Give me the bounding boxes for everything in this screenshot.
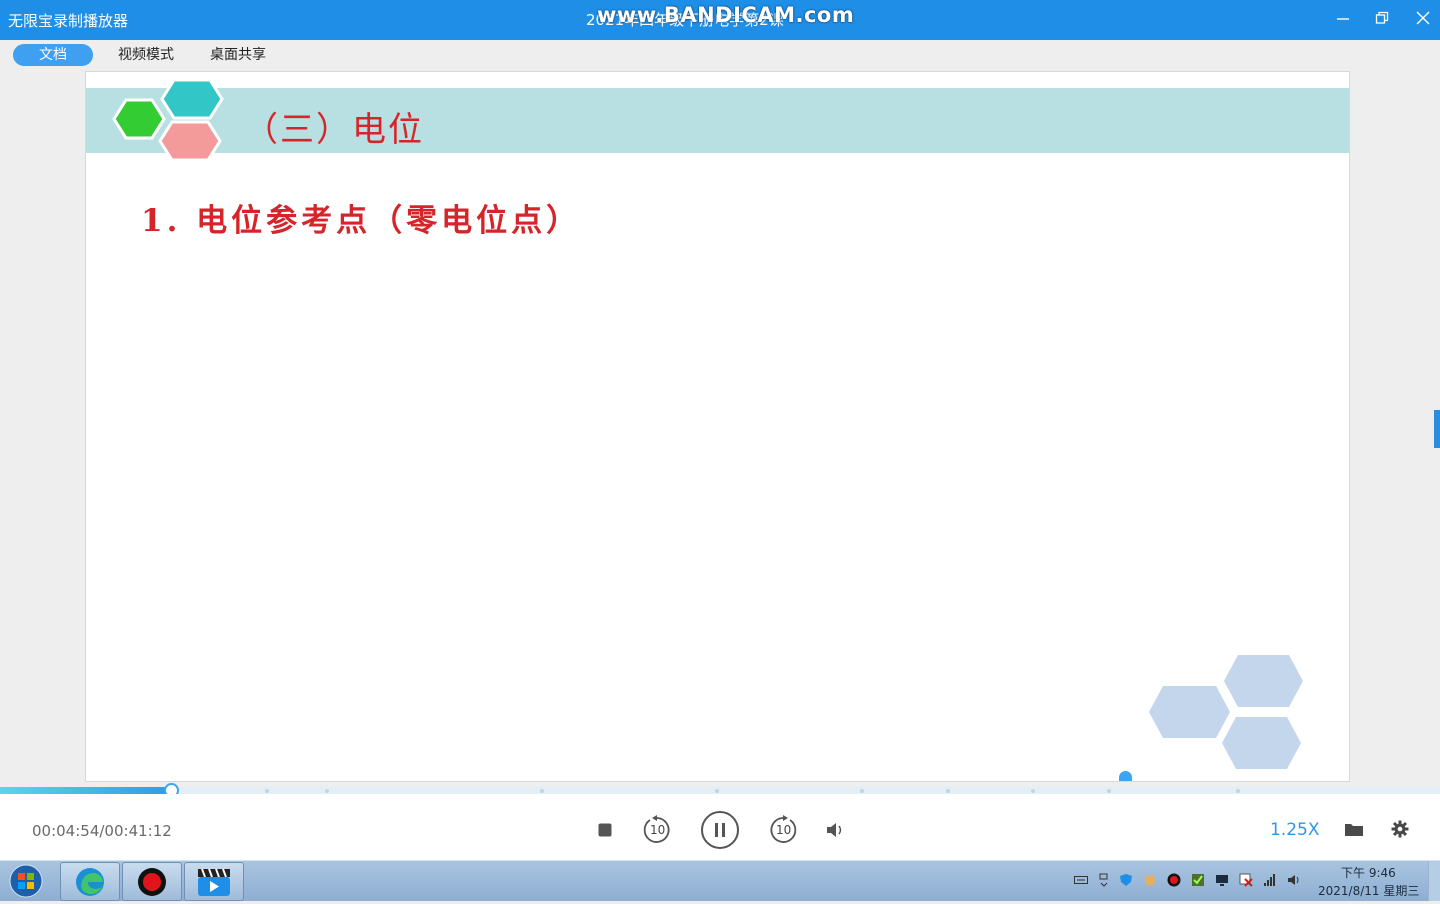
video-player-icon: [198, 868, 230, 896]
stop-button[interactable]: [597, 822, 613, 842]
playback-speed[interactable]: 1.25X: [1270, 820, 1320, 840]
show-desktop-button[interactable]: [1428, 861, 1440, 901]
shield-icon[interactable]: [1119, 873, 1133, 887]
minimize-icon: [1337, 18, 1349, 20]
edge-icon: [76, 868, 104, 896]
slide-heading: （三）电位: [244, 110, 424, 150]
flag-icon[interactable]: [1239, 873, 1253, 887]
title-bar: 无限宝录制播放器 2021年四年级下册电学第2课 www.BANDICAM.co…: [0, 0, 1440, 40]
mode-tabs: 文档 视频模式 桌面共享: [0, 40, 1440, 70]
gear-icon: [1391, 820, 1409, 838]
start-button[interactable]: [4, 863, 48, 899]
pause-button[interactable]: [700, 810, 740, 854]
check-icon[interactable]: [1191, 873, 1205, 887]
playback-controls: 00:04:54/00:41:12 10 10 1.25X: [0, 794, 1440, 860]
forward-seconds-label: 10: [776, 823, 792, 837]
slide-list-item: 1. 电位参考点（零电位点）: [141, 203, 582, 239]
clock-date[interactable]: 2021/8/11 星期三: [1318, 882, 1419, 899]
stop-icon: [598, 823, 612, 837]
chapter-marker[interactable]: [1236, 789, 1240, 793]
minimize-button[interactable]: [1331, 8, 1355, 32]
restore-button[interactable]: [1370, 8, 1394, 32]
windows-taskbar: 下午 9:46 2021/8/11 星期三: [0, 860, 1440, 901]
folder-icon: [1345, 824, 1363, 836]
progress-bar[interactable]: [0, 783, 1440, 798]
monitor-icon[interactable]: [1215, 873, 1229, 887]
tab-video-mode[interactable]: 视频模式: [106, 44, 186, 66]
rewind-seconds-label: 10: [650, 823, 666, 837]
tab-document[interactable]: 文档: [13, 44, 93, 66]
side-panel-handle[interactable]: [1434, 410, 1440, 448]
speaker-icon[interactable]: [1287, 873, 1301, 887]
network-icon[interactable]: [1097, 873, 1111, 887]
tab-desktop-share[interactable]: 桌面共享: [200, 44, 276, 66]
close-icon: [1416, 11, 1430, 25]
slide-canvas: （三）电位 1. 电位参考点（零电位点）: [85, 71, 1350, 782]
chapter-marker[interactable]: [325, 789, 329, 793]
keyboard-icon[interactable]: [1074, 873, 1088, 887]
chapter-marker[interactable]: [1107, 789, 1111, 793]
volume-button[interactable]: [826, 821, 846, 843]
rewind-10-button[interactable]: 10: [641, 814, 673, 846]
chapter-marker[interactable]: [715, 789, 719, 793]
bandicam-watermark: www.BANDICAM.com: [597, 3, 855, 27]
close-button[interactable]: [1411, 8, 1435, 32]
chapter-marker[interactable]: [265, 789, 269, 793]
taskbar-video-player[interactable]: [184, 862, 244, 901]
clock-time[interactable]: 下午 9:46: [1341, 864, 1396, 881]
forward-10-button[interactable]: 10: [767, 814, 799, 846]
chapter-marker[interactable]: [1031, 789, 1035, 793]
volume-icon: [827, 823, 842, 837]
taskbar-edge[interactable]: [60, 862, 120, 901]
chapter-marker[interactable]: [946, 789, 950, 793]
chapter-marker[interactable]: [540, 789, 544, 793]
settings-button[interactable]: [1391, 820, 1409, 842]
signal-icon[interactable]: [1263, 873, 1277, 887]
record-icon[interactable]: [1167, 873, 1181, 887]
app-title: 无限宝录制播放器: [8, 12, 129, 30]
hexagon-decoration-icon: [1149, 655, 1303, 769]
time-display: 00:04:54/00:41:12: [32, 822, 172, 840]
bookmark-marker[interactable]: [1119, 771, 1132, 781]
open-folder-button[interactable]: [1344, 821, 1364, 842]
bandicam-record-icon: [138, 868, 166, 896]
windows-start-icon: [9, 864, 43, 898]
progress-fill: [0, 787, 171, 794]
hexagon-logo-icon: [112, 78, 224, 162]
chapter-marker[interactable]: [860, 789, 864, 793]
pause-icon: [701, 811, 739, 849]
cat-icon[interactable]: [1143, 873, 1157, 887]
taskbar-bandicam[interactable]: [122, 862, 182, 901]
restore-icon: [1375, 11, 1389, 24]
